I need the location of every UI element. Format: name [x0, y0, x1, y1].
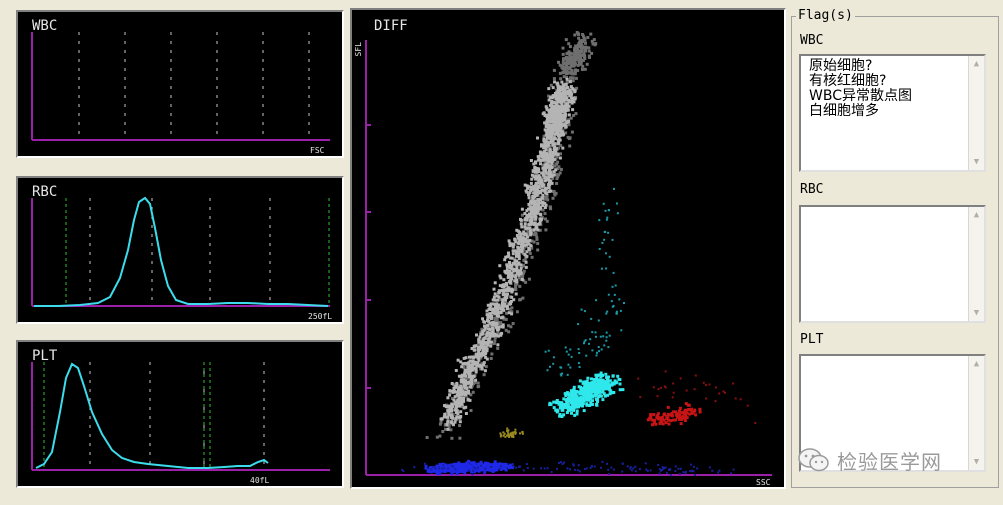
olive-population-points [499, 427, 524, 438]
flag-wbc-label: WBC [800, 33, 824, 48]
rbc-histogram-axis-label: 250fL [308, 312, 333, 321]
wbc-histogram-axis-label: FSC [310, 146, 325, 155]
flag-rbc-scrollbar[interactable]: ▲ ▼ [968, 207, 984, 321]
cyan-population-points [548, 371, 625, 418]
rbc-histogram-plot [31, 196, 330, 307]
scroll-up-icon[interactable]: ▲ [969, 356, 984, 372]
flag-plt-scrollbar[interactable]: ▲ ▼ [968, 356, 984, 470]
scroll-up-icon[interactable]: ▲ [969, 207, 984, 223]
gray-population-points [439, 77, 577, 431]
flag-plt-label: PLT [800, 332, 824, 347]
scroll-down-icon[interactable]: ▼ [969, 305, 984, 321]
wechat-icon [798, 448, 829, 472]
diff-scattergram-plot [365, 31, 772, 477]
red-population-points [646, 402, 702, 427]
scroll-down-icon[interactable]: ▼ [969, 154, 984, 170]
flag-wbc-list[interactable]: 原始细胞? 有核红细胞? WBC异常散点图 白细胞增多 ▲ ▼ [799, 54, 986, 172]
wbc-histogram-title: WBC [32, 18, 58, 34]
flag-rbc-label: RBC [800, 182, 824, 197]
flag-rbc-list[interactable]: ▲ ▼ [799, 205, 986, 323]
plt-histogram-panel: PLT 40fL [16, 340, 344, 488]
diff-y-axis-label: SFL [354, 42, 363, 57]
flag-wbc-item[interactable]: 白细胞增多 [809, 104, 912, 119]
diff-scattergram-panel: DIFF SFL SSC [350, 8, 786, 489]
flag-wbc-item[interactable]: 原始细胞? [809, 59, 912, 74]
watermark-text: 检验医学网 [837, 449, 942, 474]
distribution-curve [35, 362, 269, 469]
wbc-histogram-plot [31, 32, 330, 141]
plt-histogram-title: PLT [32, 348, 58, 364]
watermark: 检验医学网 [797, 446, 942, 474]
flag-wbc-item[interactable]: WBC异常散点图 [809, 89, 912, 104]
scroll-down-icon[interactable]: ▼ [969, 454, 984, 470]
cyan-population-points [544, 187, 625, 377]
distribution-curve [34, 196, 329, 307]
rbc-histogram-title: RBC [32, 184, 58, 200]
scroll-up-icon[interactable]: ▲ [969, 56, 984, 72]
plt-histogram-axis-label: 40fL [250, 476, 270, 485]
blue-population-points [424, 459, 515, 476]
diff-scattergram-title: DIFF [374, 18, 408, 34]
diff-x-axis-label: SSC [756, 478, 771, 487]
flags-legend: Flag(s) [796, 8, 855, 23]
rbc-histogram-panel: RBC 250fL [16, 176, 344, 324]
plt-histogram-plot [31, 362, 330, 471]
flag-wbc-scrollbar[interactable]: ▲ ▼ [968, 56, 984, 170]
wbc-histogram-panel: WBC FSC [16, 10, 344, 158]
flag-wbc-item[interactable]: 有核红细胞? [809, 74, 912, 89]
